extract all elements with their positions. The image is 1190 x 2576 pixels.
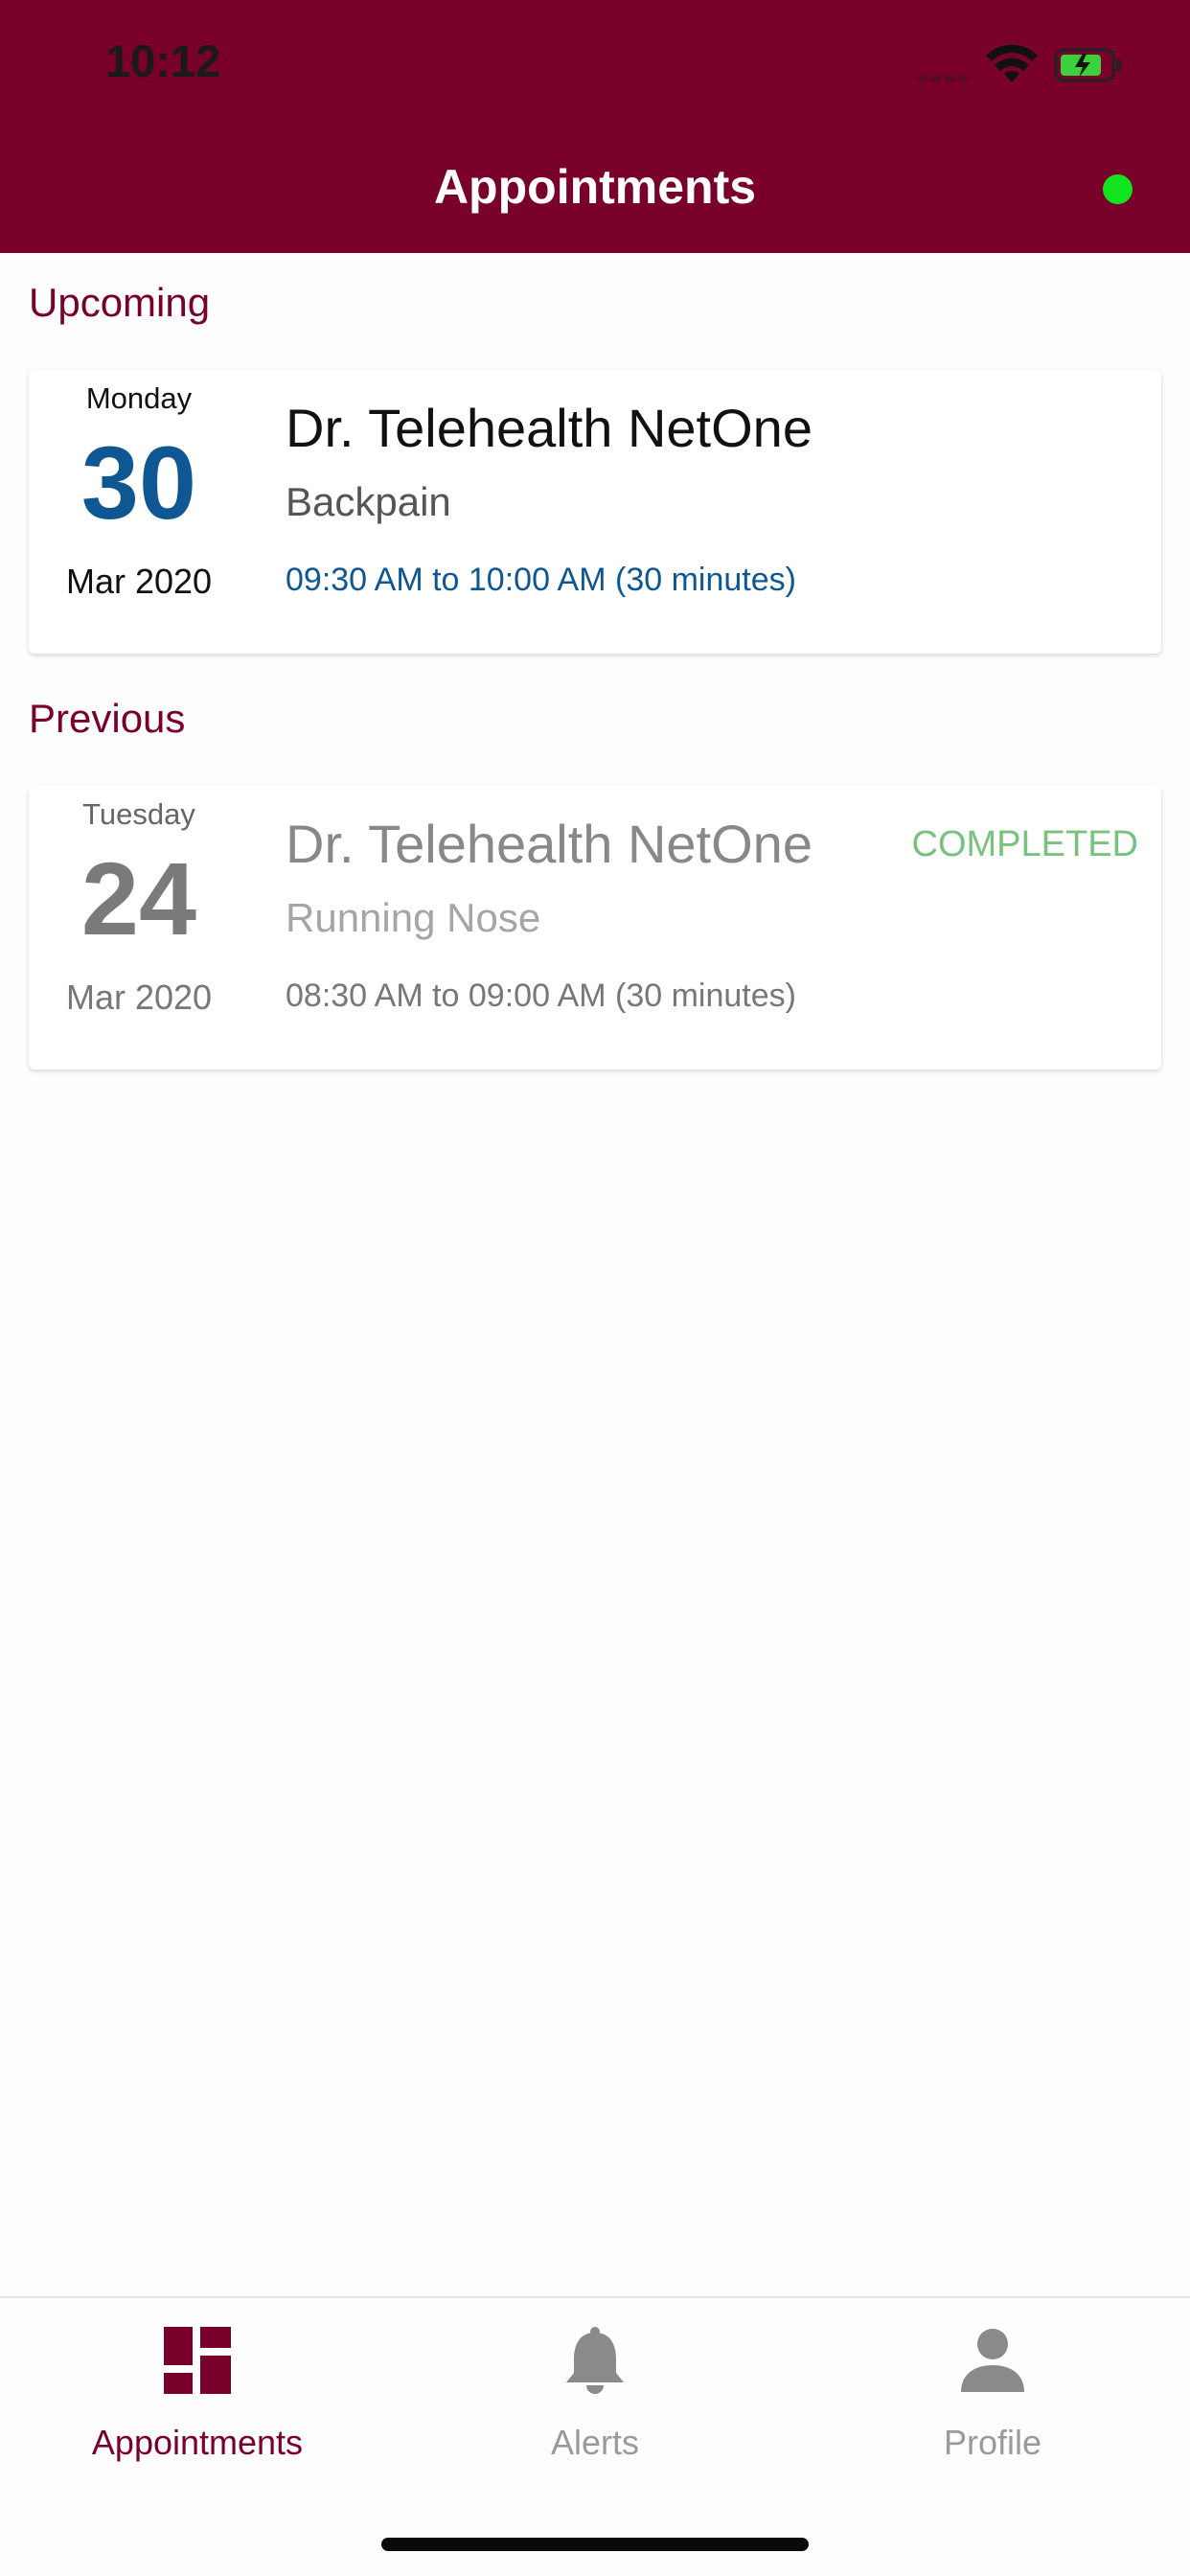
cellular-signal-icon — [918, 71, 972, 83]
upcoming-section-label: Upcoming — [29, 280, 211, 325]
person-icon — [961, 2329, 1024, 2392]
status-time: 10:12 — [105, 35, 221, 86]
appointment-time: 08:30 AM to 09:00 AM (30 minutes) — [286, 978, 796, 1014]
wifi-icon — [986, 44, 1038, 82]
tab-label: Alerts — [550, 2423, 640, 2462]
dashboard-icon — [164, 2327, 231, 2394]
bottom-tab-bar: Appointments Alerts Profile — [0, 2296, 1190, 2576]
upcoming-appointment-card[interactable]: Monday 30 Mar 2020 Dr. Telehealth NetOne… — [29, 370, 1161, 654]
appointment-day: 24 — [80, 840, 197, 956]
appointment-time: 09:30 AM to 10:00 AM (30 minutes) — [286, 562, 796, 598]
online-status-indicator — [1103, 174, 1133, 204]
appointment-weekday: Monday — [85, 381, 193, 415]
page-title: Appointments — [433, 160, 757, 214]
home-indicator — [381, 2538, 809, 2551]
previous-section-label: Previous — [29, 696, 186, 741]
appointment-month-year: Mar 2020 — [65, 978, 213, 1017]
battery-icon — [1054, 48, 1121, 82]
status-badge: COMPLETED — [911, 824, 1138, 864]
appointment-date: Monday 30 Mar 2020 — [29, 370, 249, 654]
tab-profile[interactable]: Profile — [849, 2327, 1136, 2471]
bell-icon — [566, 2327, 624, 2394]
doctor-name: Dr. Telehealth NetOne — [286, 814, 812, 874]
doctor-name: Dr. Telehealth NetOne — [286, 398, 812, 458]
appointment-date: Tuesday 24 Mar 2020 — [29, 786, 249, 1070]
tab-label: Profile — [943, 2423, 1042, 2462]
appointment-day: 30 — [80, 425, 197, 540]
appointment-reason: Backpain — [286, 479, 451, 524]
previous-appointment-card[interactable]: Tuesday 24 Mar 2020 Dr. Telehealth NetOn… — [29, 786, 1161, 1070]
tab-appointments[interactable]: Appointments — [54, 2327, 341, 2471]
appointments-screen: 10:12 Appointments Upcoming Monday 30 Ma… — [0, 0, 1190, 2576]
tab-alerts[interactable]: Alerts — [451, 2327, 739, 2471]
appointment-reason: Running Nose — [286, 895, 541, 940]
appointment-month-year: Mar 2020 — [65, 562, 213, 601]
tab-label: Appointments — [91, 2423, 304, 2462]
app-header: 10:12 Appointments — [0, 0, 1190, 253]
appointment-weekday: Tuesday — [82, 797, 195, 831]
